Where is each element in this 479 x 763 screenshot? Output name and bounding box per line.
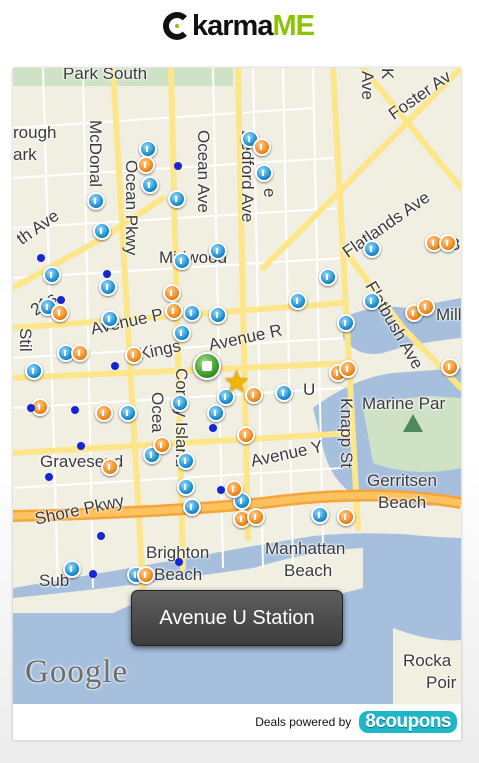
deal-marker[interactable] bbox=[177, 452, 195, 470]
deal-marker[interactable] bbox=[183, 304, 201, 322]
deal-marker[interactable] bbox=[275, 384, 293, 402]
location-dot[interactable] bbox=[217, 486, 225, 494]
location-dot[interactable] bbox=[27, 404, 35, 412]
deal-marker[interactable] bbox=[311, 506, 329, 524]
restaurant-marker[interactable] bbox=[125, 346, 143, 364]
location-dot[interactable] bbox=[209, 424, 217, 432]
map-label: Beach bbox=[284, 561, 333, 580]
deal-marker[interactable] bbox=[173, 324, 191, 342]
park-tree-icon bbox=[403, 414, 423, 432]
restaurant-marker[interactable] bbox=[153, 436, 171, 454]
deal-marker[interactable] bbox=[141, 176, 159, 194]
deal-marker[interactable] bbox=[43, 266, 61, 284]
location-dot[interactable] bbox=[103, 270, 111, 278]
restaurant-marker[interactable] bbox=[247, 508, 265, 526]
8coupons-logo[interactable]: 8coupons bbox=[359, 711, 457, 733]
map-label: Beach bbox=[154, 565, 203, 584]
deal-marker[interactable] bbox=[363, 292, 381, 310]
restaurant-marker[interactable] bbox=[237, 426, 255, 444]
map-label: Ocean Pkwy bbox=[122, 160, 141, 256]
map-panel: Park South rough ark McDonal Ocean Pkwy … bbox=[13, 68, 461, 740]
map-label: Ocean Ave bbox=[194, 130, 213, 213]
map-label: Ave bbox=[358, 71, 377, 100]
restaurant-marker[interactable] bbox=[225, 480, 243, 498]
deal-marker[interactable] bbox=[119, 404, 137, 422]
deal-marker[interactable] bbox=[337, 314, 355, 332]
deal-marker[interactable] bbox=[209, 306, 227, 324]
restaurant-marker[interactable] bbox=[137, 156, 155, 174]
map-label: Rocka bbox=[403, 651, 452, 670]
restaurant-marker[interactable] bbox=[337, 508, 355, 526]
deal-marker[interactable] bbox=[168, 190, 186, 208]
deal-marker[interactable] bbox=[171, 394, 189, 412]
google-attribution-logo: Google bbox=[25, 654, 129, 690]
map-label: e bbox=[260, 188, 279, 198]
deal-marker[interactable] bbox=[207, 404, 225, 422]
deal-marker[interactable] bbox=[319, 268, 337, 286]
location-dot[interactable] bbox=[111, 362, 119, 370]
karmame-logo[interactable]: karmaME bbox=[163, 6, 315, 46]
location-dot[interactable] bbox=[89, 570, 97, 578]
location-dot[interactable] bbox=[175, 558, 183, 566]
current-location-star-icon[interactable]: ★ bbox=[223, 368, 250, 398]
map-label: Mill bbox=[436, 305, 461, 324]
deal-marker[interactable] bbox=[183, 498, 201, 516]
deal-marker[interactable] bbox=[173, 252, 191, 270]
deal-marker[interactable] bbox=[255, 164, 273, 182]
deal-marker[interactable] bbox=[63, 560, 81, 578]
powered-by-text: Deals powered by bbox=[255, 715, 352, 729]
restaurant-marker[interactable] bbox=[339, 360, 357, 378]
restaurant-marker[interactable] bbox=[441, 358, 459, 376]
deal-marker[interactable] bbox=[101, 310, 119, 328]
map-label: Gerritsen bbox=[367, 471, 437, 490]
deal-marker[interactable] bbox=[99, 278, 117, 296]
deal-marker[interactable] bbox=[363, 240, 381, 258]
map-label: ark bbox=[13, 145, 37, 164]
deal-marker[interactable] bbox=[209, 242, 227, 260]
deal-marker[interactable] bbox=[289, 292, 307, 310]
restaurant-marker[interactable] bbox=[417, 298, 435, 316]
map-label: U bbox=[303, 380, 316, 399]
logo-text: karmaME bbox=[192, 9, 315, 42]
map-label: K bbox=[378, 68, 397, 80]
subway-station-icon[interactable] bbox=[193, 352, 221, 380]
map-label: Park South bbox=[63, 68, 148, 83]
map-label: Knapp St bbox=[337, 398, 356, 468]
restaurant-marker[interactable] bbox=[51, 304, 69, 322]
location-tooltip[interactable]: Avenue U Station bbox=[131, 590, 343, 646]
map-label: Beach bbox=[378, 493, 427, 512]
deal-marker[interactable] bbox=[177, 478, 195, 496]
map-label: Marine Par bbox=[362, 394, 446, 413]
location-dot[interactable] bbox=[71, 406, 79, 414]
map-label: Stil bbox=[16, 328, 35, 352]
location-dot[interactable] bbox=[57, 296, 65, 304]
restaurant-marker[interactable] bbox=[253, 138, 271, 156]
map-label: rough bbox=[13, 123, 57, 142]
location-dot[interactable] bbox=[37, 254, 45, 262]
restaurant-marker[interactable] bbox=[101, 458, 119, 476]
map-label: Manhattan bbox=[265, 539, 346, 558]
deal-marker[interactable] bbox=[25, 362, 43, 380]
restaurant-marker[interactable] bbox=[95, 404, 113, 422]
map-label: Poir bbox=[426, 673, 457, 692]
map-view[interactable]: Park South rough ark McDonal Ocean Pkwy … bbox=[13, 68, 461, 704]
logo-ring-icon bbox=[163, 12, 191, 40]
location-dot[interactable] bbox=[174, 162, 182, 170]
map-label: McDonal bbox=[86, 120, 105, 188]
footer-bar: Deals powered by 8coupons bbox=[13, 704, 461, 740]
location-dot[interactable] bbox=[97, 532, 105, 540]
deal-marker[interactable] bbox=[93, 222, 111, 240]
restaurant-marker[interactable] bbox=[163, 284, 181, 302]
restaurant-marker[interactable] bbox=[71, 344, 89, 362]
restaurant-marker[interactable] bbox=[165, 302, 183, 320]
restaurant-marker[interactable] bbox=[439, 234, 457, 252]
location-dot[interactable] bbox=[77, 442, 85, 450]
map-label: Ocea bbox=[148, 392, 167, 433]
app-header: karmaME bbox=[0, 0, 479, 62]
deal-marker[interactable] bbox=[87, 192, 105, 210]
restaurant-marker[interactable] bbox=[137, 566, 155, 584]
location-dot[interactable] bbox=[45, 473, 53, 481]
